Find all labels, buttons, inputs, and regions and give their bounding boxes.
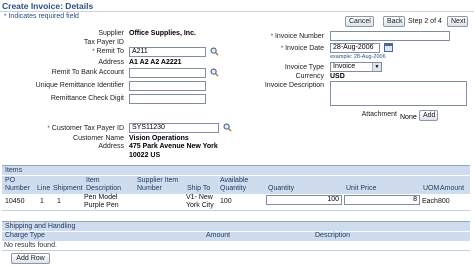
attachment-add-button[interactable]: Add: [419, 110, 438, 121]
customer-address-line1: 475 Park Avenue New York: [129, 143, 218, 150]
col-supplier-item-number: Supplier Item Number: [137, 177, 179, 192]
next-button[interactable]: Next: [447, 16, 468, 27]
col-charge-type: Charge Type: [5, 232, 45, 239]
col-available-quantity: Available Quantity: [220, 177, 249, 192]
customer-address-line2: 10022 US: [129, 152, 161, 159]
cancel-button[interactable]: Cancel: [345, 16, 374, 27]
required-note-text: Indicates required field: [8, 13, 79, 20]
invoice-number-input[interactable]: [330, 31, 450, 41]
col-amount: Amount: [440, 185, 465, 192]
supplier-value: Office Supplies, Inc.: [129, 30, 196, 37]
invoice-type-value: Invoice: [333, 63, 356, 70]
col-item-description: Item Description: [86, 177, 122, 192]
invoice-date-example: example: 28-Aug-2006: [330, 54, 386, 60]
remit-check-label: Remittance Check Digit: [50, 95, 124, 102]
unique-remit-label: Unique Remittance Identifier: [35, 82, 124, 89]
invoice-description-textarea[interactable]: [330, 81, 467, 106]
address-label: Address: [98, 59, 124, 66]
col-po-number: PO Number: [3, 177, 37, 193]
cell-shipment: 1: [57, 198, 61, 205]
required-note: * Indicates required field: [4, 13, 79, 20]
customer-address-label: Address: [98, 143, 124, 150]
invoice-type-label: Invoice Type: [284, 64, 324, 71]
remit-to-input[interactable]: A211: [129, 47, 206, 57]
search-icon[interactable]: [210, 68, 219, 77]
step-indicator: Step 2 of 4: [408, 18, 442, 25]
unit-price-input[interactable]: 8: [344, 195, 420, 205]
invoice-date-label: * Invoice Date: [250, 45, 324, 52]
cell-available-quantity: 100: [220, 198, 232, 205]
currency-label: Currency: [295, 73, 324, 80]
remit-to-label-text: Remit To: [96, 48, 125, 55]
supplier-label: Supplier: [98, 30, 124, 37]
cell-uom: Each: [422, 198, 438, 205]
search-icon[interactable]: [210, 47, 219, 56]
remit-check-input[interactable]: [129, 94, 206, 104]
col-quantity: Quantity: [268, 185, 295, 192]
back-button[interactable]: Back: [383, 16, 405, 27]
cell-item-description: Pen Model Purple Pen: [84, 194, 119, 209]
search-icon[interactable]: [223, 123, 232, 132]
calendar-icon[interactable]: [384, 43, 393, 52]
attachment-value: None: [400, 114, 417, 121]
invoice-type-select[interactable]: Invoice ▼: [330, 62, 382, 72]
col-shipping-amount: Amount: [206, 232, 231, 239]
title-divider: [0, 11, 474, 12]
shipping-empty-text: No results found.: [4, 242, 57, 249]
invoice-description-label: Invoice Description: [264, 82, 324, 89]
col-shipment: Shipment: [53, 185, 83, 192]
chevron-down-icon: ▼: [372, 63, 381, 71]
customer-name-label: Customer Name: [73, 135, 124, 142]
invoice-date-label-text: Invoice Date: [285, 45, 324, 52]
remit-to-label: * Remit To: [30, 48, 124, 55]
tax-payer-id-label: Tax Payer ID: [83, 39, 124, 46]
customer-tax-label-text: Customer Tax Payer ID: [51, 125, 124, 132]
col-shipping-description: Description: [315, 232, 351, 239]
quantity-input[interactable]: 100: [266, 195, 342, 205]
customer-tax-input[interactable]: SYS11230: [129, 123, 219, 133]
col-ship-to: Ship To: [187, 185, 211, 192]
col-unit-price: Unit Price: [346, 185, 377, 192]
cell-ship-to: V1- New York City: [186, 194, 214, 209]
customer-tax-label: * Customer Tax Payer ID: [20, 125, 124, 132]
invoice-number-label-text: Invoice Number: [274, 33, 324, 40]
remit-bank-input[interactable]: [129, 68, 206, 78]
invoice-date-input[interactable]: 28-Aug-2006: [330, 43, 380, 53]
address-value: A1 A2 A2 A2221: [129, 59, 182, 66]
required-star-icon: *: [4, 13, 7, 20]
page-title: Create Invoice: Details: [2, 1, 94, 11]
unique-remit-input[interactable]: [129, 81, 206, 91]
currency-value: USD: [330, 73, 345, 80]
shipping-empty-row: [2, 241, 470, 251]
cell-po-number: 10450: [5, 198, 25, 205]
customer-name-value: Vision Operations: [129, 135, 189, 142]
items-section-header: Items: [2, 165, 470, 175]
remit-bank-label: Remit To Bank Account: [51, 69, 124, 76]
shipping-section-header: Shipping and Handling: [2, 221, 470, 231]
attachment-label: Attachment: [361, 111, 397, 118]
cell-amount: 800: [438, 198, 450, 205]
add-row-button[interactable]: Add Row: [11, 253, 50, 264]
cell-line: 1: [40, 198, 44, 205]
invoice-number-label: * Invoice Number: [250, 33, 324, 40]
